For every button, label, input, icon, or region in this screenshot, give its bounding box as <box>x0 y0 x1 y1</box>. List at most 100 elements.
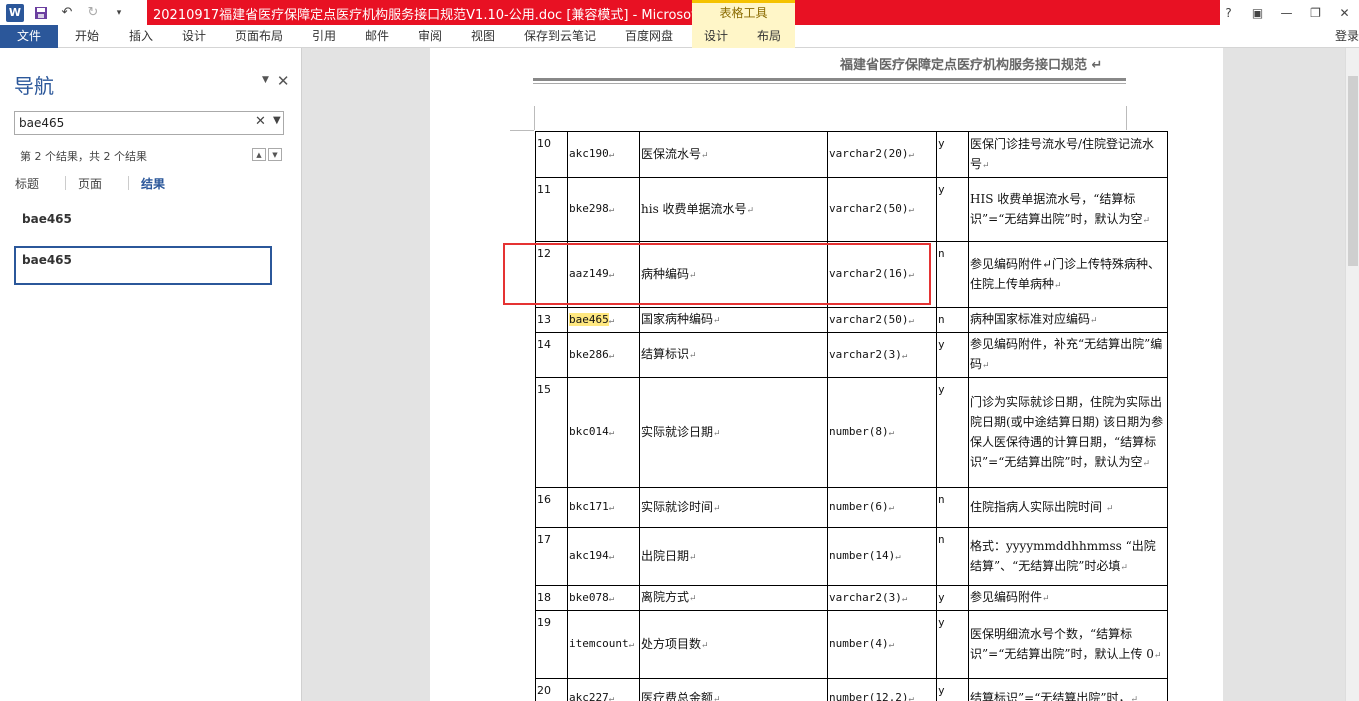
field-code-cell[interactable]: bae465↵ <box>567 307 640 333</box>
field-description-cell[interactable]: 参见编码附件，补充“无结算出院”编码↵ <box>968 332 1168 378</box>
field-required-cell[interactable]: y <box>936 131 969 178</box>
help-icon[interactable]: ? <box>1214 0 1243 25</box>
field-code-cell[interactable]: bke078↵ <box>567 585 640 611</box>
field-description-cell[interactable]: 格式：yyyymmddhhmmss “出院结算”、“无结算出院”时必填↵ <box>968 527 1168 586</box>
row-number-cell[interactable]: 13 <box>535 307 568 333</box>
tab-mailings[interactable]: 邮件 <box>365 25 389 48</box>
tab-home[interactable]: 开始 <box>75 25 99 48</box>
field-description-cell[interactable]: 医保明细流水号个数，“结算标识”=“无结算出院”时，默认上传 0↵ <box>968 610 1168 679</box>
field-name-cell[interactable]: 处方项目数↵ <box>639 610 828 679</box>
field-type-cell[interactable]: number(14)↵ <box>827 527 937 586</box>
row-number-cell[interactable]: 17 <box>535 527 568 586</box>
field-code-cell[interactable]: bkc014↵ <box>567 377 640 488</box>
field-type-cell[interactable]: varchar2(3)↵ <box>827 332 937 378</box>
close-icon[interactable]: ✕ <box>1330 0 1359 25</box>
field-type-cell[interactable]: number(4)↵ <box>827 610 937 679</box>
field-name-cell[interactable]: 结算标识↵ <box>639 332 828 378</box>
minimize-icon[interactable]: — <box>1272 0 1301 25</box>
field-type-cell[interactable]: varchar2(3)↵ <box>827 585 937 611</box>
save-icon[interactable] <box>30 2 52 24</box>
nav-tab-headings[interactable]: 标题 <box>15 175 39 192</box>
field-name-cell[interactable]: 医保流水号↵ <box>639 131 828 178</box>
row-number-cell[interactable]: 14 <box>535 332 568 378</box>
field-code-cell[interactable]: itemcount↵ <box>567 610 640 679</box>
row-number-cell[interactable]: 11 <box>535 177 568 242</box>
row-number-cell[interactable]: 20 <box>535 678 568 701</box>
field-type-cell[interactable]: number(6)↵ <box>827 487 937 528</box>
customize-qat-icon[interactable]: ▾ <box>108 2 130 24</box>
undo-icon[interactable]: ↶ <box>56 2 78 24</box>
nav-options-icon[interactable]: ▼ <box>262 75 269 90</box>
field-required-cell[interactable]: y <box>936 177 969 242</box>
tab-review[interactable]: 审阅 <box>418 25 442 48</box>
row-number-cell[interactable]: 10 <box>535 131 568 178</box>
tab-table-layout[interactable]: 布局 <box>757 25 781 48</box>
field-code-cell[interactable]: akc190↵ <box>567 131 640 178</box>
tab-page-layout[interactable]: 页面布局 <box>235 25 283 48</box>
field-code-cell[interactable]: bkc171↵ <box>567 487 640 528</box>
field-code-cell[interactable]: akc227↵ <box>567 678 640 701</box>
scrollbar-thumb[interactable] <box>1348 76 1358 266</box>
field-description-cell[interactable]: 医保门诊挂号流水号/住院登记流水号↵ <box>968 131 1168 178</box>
tab-file[interactable]: 文件 <box>0 25 58 48</box>
field-code-cell[interactable]: bke298↵ <box>567 177 640 242</box>
tab-design[interactable]: 设计 <box>182 25 206 48</box>
field-required-cell[interactable]: n <box>936 487 969 528</box>
field-description-cell[interactable]: 参见编码附件↵ <box>968 585 1168 611</box>
field-name-cell[interactable]: 实际就诊时间↵ <box>639 487 828 528</box>
previous-result-icon[interactable]: ▲ <box>252 148 266 161</box>
row-number-cell[interactable]: 19 <box>535 610 568 679</box>
vertical-scrollbar[interactable] <box>1345 48 1359 701</box>
nav-search-input[interactable] <box>15 112 245 134</box>
field-required-cell[interactable]: n <box>936 241 969 308</box>
field-name-cell[interactable]: his 收费单据流水号↵ <box>639 177 828 242</box>
field-description-cell[interactable]: 住院指病人实际出院时间 ↵ <box>968 487 1168 528</box>
row-number-cell[interactable]: 15 <box>535 377 568 488</box>
search-result-item[interactable]: bae465 <box>22 212 72 226</box>
field-type-cell[interactable]: number(8)↵ <box>827 377 937 488</box>
ribbon-display-icon[interactable]: ▣ <box>1243 0 1272 25</box>
row-number-cell[interactable]: 16 <box>535 487 568 528</box>
restore-icon[interactable]: ❐ <box>1301 0 1330 25</box>
field-required-cell[interactable]: y <box>936 678 969 701</box>
field-description-cell[interactable]: 病种国家标准对应编码↵ <box>968 307 1168 333</box>
field-required-cell[interactable]: n <box>936 307 969 333</box>
login-link[interactable]: 登录 <box>1335 25 1359 48</box>
field-type-cell[interactable]: number(12,2)↵ <box>827 678 937 701</box>
field-name-cell[interactable]: 出院日期↵ <box>639 527 828 586</box>
search-result-item-selected[interactable]: bae465 <box>14 246 272 285</box>
field-required-cell[interactable]: n <box>936 527 969 586</box>
tab-baidu-netdisk[interactable]: 百度网盘 <box>625 25 673 48</box>
tab-table-design[interactable]: 设计 <box>704 25 728 48</box>
field-type-cell[interactable]: varchar2(20)↵ <box>827 131 937 178</box>
tab-references[interactable]: 引用 <box>312 25 336 48</box>
tab-save-to-cloud-notes[interactable]: 保存到云笔记 <box>524 25 596 48</box>
tab-insert[interactable]: 插入 <box>129 25 153 48</box>
field-description-cell[interactable]: 门诊为实际就诊日期，住院为实际出院日期(或中途结算日期) 该日期为参保人医保待遇… <box>968 377 1168 488</box>
redo-icon[interactable]: ↻ <box>82 2 104 24</box>
field-code-cell[interactable]: akc194↵ <box>567 527 640 586</box>
field-required-cell[interactable]: y <box>936 332 969 378</box>
clear-search-icon[interactable]: ✕ <box>255 114 266 129</box>
field-description-cell[interactable]: 结算标识”=“无结算出院”时，↵ <box>968 678 1168 701</box>
row-number-cell[interactable]: 18 <box>535 585 568 611</box>
nav-tab-pages[interactable]: 页面 <box>78 175 102 192</box>
field-name-cell[interactable]: 离院方式↵ <box>639 585 828 611</box>
tab-view[interactable]: 视图 <box>471 25 495 48</box>
word-app-icon[interactable]: W <box>4 2 26 24</box>
field-type-cell[interactable]: varchar2(50)↵ <box>827 307 937 333</box>
field-code-cell[interactable]: bke286↵ <box>567 332 640 378</box>
search-dropdown-icon[interactable]: ▼ <box>273 115 281 126</box>
field-description-cell[interactable]: 参见编码附件↵门诊上传特殊病种、住院上传单病种↵ <box>968 241 1168 308</box>
field-required-cell[interactable]: y <box>936 377 969 488</box>
nav-close-icon[interactable]: ✕ <box>277 72 290 90</box>
field-name-cell[interactable]: 医疗费总金额↵ <box>639 678 828 701</box>
field-description-cell[interactable]: HIS 收费单据流水号，“结算标识”=“无结算出院”时，默认为空↵ <box>968 177 1168 242</box>
next-result-icon[interactable]: ▼ <box>268 148 282 161</box>
field-required-cell[interactable]: y <box>936 610 969 679</box>
field-type-cell[interactable]: varchar2(50)↵ <box>827 177 937 242</box>
field-name-cell[interactable]: 国家病种编码↵ <box>639 307 828 333</box>
field-name-cell[interactable]: 实际就诊日期↵ <box>639 377 828 488</box>
nav-tab-results[interactable]: 结果 <box>141 175 165 192</box>
field-required-cell[interactable]: y <box>936 585 969 611</box>
